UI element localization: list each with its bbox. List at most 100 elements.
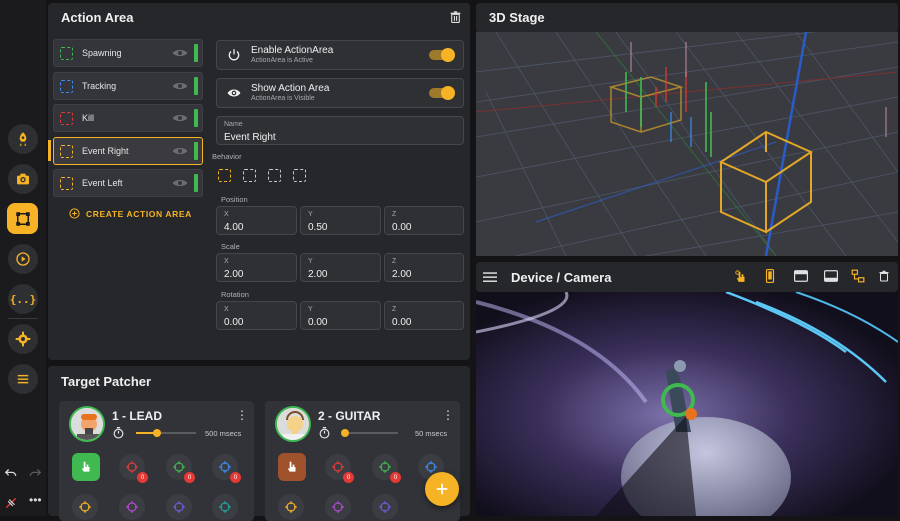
avatar-guitar	[275, 406, 311, 442]
add-fab-button[interactable]	[425, 472, 459, 506]
axis-label: Z	[392, 211, 397, 218]
axis-label: X	[224, 211, 229, 218]
show-action-area-row[interactable]: Show Action Area ActionArea is Visible	[216, 78, 464, 108]
layout-bottom-icon[interactable]	[824, 270, 838, 282]
enable-title: Enable ActionArea	[251, 45, 334, 56]
delay-slider-knob[interactable]	[153, 429, 161, 437]
eye-icon	[227, 89, 241, 97]
action-area-icon[interactable]	[7, 203, 38, 234]
timer-icon	[113, 427, 124, 439]
axis-label: Z	[392, 306, 397, 313]
visibility-eye-icon[interactable]	[172, 81, 188, 91]
visibility-eye-icon[interactable]	[172, 113, 188, 123]
phone-device-icon[interactable]	[764, 269, 776, 283]
action-area-title: Action Area	[61, 10, 134, 25]
target-purple[interactable]	[119, 494, 145, 520]
target-green[interactable]: 0	[166, 454, 195, 483]
name-field[interactable]: Name Event Right	[216, 116, 464, 145]
item-label: Event Left	[82, 178, 123, 188]
hand-pointer-icon	[81, 461, 90, 472]
menu-hamburger-icon[interactable]	[483, 271, 497, 283]
stage-viewport[interactable]	[476, 32, 898, 256]
hand-pointer-target[interactable]	[278, 453, 306, 481]
position-y-field[interactable]: Y 0.50	[300, 206, 381, 235]
delete-trash-icon[interactable]	[449, 10, 462, 24]
undo-icon[interactable]	[4, 466, 18, 480]
scale-y-value: 2.00	[308, 269, 328, 280]
code-braces-icon[interactable]: {..}	[8, 284, 38, 314]
enable-action-area-row[interactable]: Enable ActionArea ActionArea is Active	[216, 40, 464, 70]
target-red[interactable]: 0	[325, 454, 354, 483]
power-icon	[228, 49, 240, 61]
visibility-eye-icon[interactable]	[172, 48, 188, 58]
flow-switch-icon[interactable]	[851, 269, 865, 283]
redo-icon[interactable]	[28, 466, 42, 480]
scale-x-value: 2.00	[224, 269, 244, 280]
target-yellow[interactable]	[278, 494, 304, 520]
item-label: Spawning	[82, 48, 122, 58]
hand-pointer-target[interactable]	[72, 453, 100, 481]
touch-gesture-icon[interactable]	[734, 269, 748, 283]
more-vert-icon[interactable]: ⋮	[442, 408, 454, 422]
action-area-item-tracking[interactable]: Tracking	[53, 72, 203, 100]
more-horizontal-icon[interactable]: •••	[29, 494, 43, 510]
badge-count: 0	[390, 472, 401, 483]
status-bar	[194, 44, 198, 62]
target-yellow[interactable]	[72, 494, 98, 520]
target-indigo[interactable]	[166, 494, 192, 520]
settings-gear-icon[interactable]	[8, 324, 38, 354]
action-area-item-spawning[interactable]: Spawning	[53, 39, 203, 67]
rocket-icon[interactable]	[8, 124, 38, 154]
delay-slider-knob[interactable]	[341, 429, 349, 437]
target-purple[interactable]	[325, 494, 351, 520]
kill-area-icon	[60, 111, 73, 125]
more-vert-icon[interactable]: ⋮	[236, 408, 248, 422]
scale-y-field[interactable]: Y 2.00	[300, 253, 381, 282]
network-off-icon[interactable]	[4, 496, 18, 510]
show-toggle[interactable]	[429, 86, 455, 100]
hand-pointer-icon	[287, 461, 296, 472]
camera-icon[interactable]	[8, 164, 38, 194]
target-blue[interactable]: 0	[212, 454, 241, 483]
event-area-icon	[60, 176, 73, 190]
name-value: Event Right	[224, 132, 276, 143]
behavior-search-icon[interactable]	[243, 169, 256, 182]
badge-count: 0	[137, 472, 148, 483]
position-z-field[interactable]: Z 0.00	[384, 206, 464, 235]
create-action-area-button[interactable]: CREATE ACTION AREA	[69, 208, 192, 219]
action-area-item-kill[interactable]: Kill	[53, 104, 203, 132]
avatar-lead	[69, 406, 105, 442]
item-label: Tracking	[82, 81, 117, 91]
camera-feed[interactable]	[476, 292, 898, 516]
scale-z-field[interactable]: Z 2.00	[384, 253, 464, 282]
rotation-x-field[interactable]: X 0.00	[216, 301, 297, 330]
behavior-kill-icon[interactable]	[293, 169, 306, 182]
menu-list-icon[interactable]	[8, 364, 38, 394]
left-rail: {..} •••	[0, 0, 46, 516]
behavior-event-icon[interactable]	[218, 169, 231, 182]
action-area-item-event-left[interactable]: Event Left	[53, 169, 203, 197]
target-red[interactable]: 0	[119, 454, 148, 483]
axis-label: Y	[308, 211, 313, 218]
position-z-value: 0.00	[392, 222, 412, 233]
target-teal[interactable]	[212, 494, 238, 520]
camera-title: Device / Camera	[511, 270, 612, 285]
delay-slider-track[interactable]	[342, 432, 398, 434]
action-area-item-event-right[interactable]: Event Right	[53, 137, 203, 165]
position-x-value: 4.00	[224, 222, 244, 233]
visibility-eye-icon[interactable]	[172, 178, 188, 188]
delete-camera-icon[interactable]	[878, 269, 890, 283]
enable-toggle[interactable]	[429, 48, 455, 62]
rotation-z-field[interactable]: Z 0.00	[384, 301, 464, 330]
rotation-y-field[interactable]: Y 0.00	[300, 301, 381, 330]
target-indigo[interactable]	[372, 494, 398, 520]
behavior-spawn-icon[interactable]	[268, 169, 281, 182]
target-green[interactable]: 0	[372, 454, 401, 483]
play-timeline-icon[interactable]	[8, 244, 38, 274]
visibility-eye-icon[interactable]	[172, 146, 188, 156]
status-bar	[194, 142, 198, 160]
position-x-field[interactable]: X 4.00	[216, 206, 297, 235]
scale-x-field[interactable]: X 2.00	[216, 253, 297, 282]
layout-top-icon[interactable]	[794, 270, 808, 282]
event-area-icon	[60, 144, 73, 158]
